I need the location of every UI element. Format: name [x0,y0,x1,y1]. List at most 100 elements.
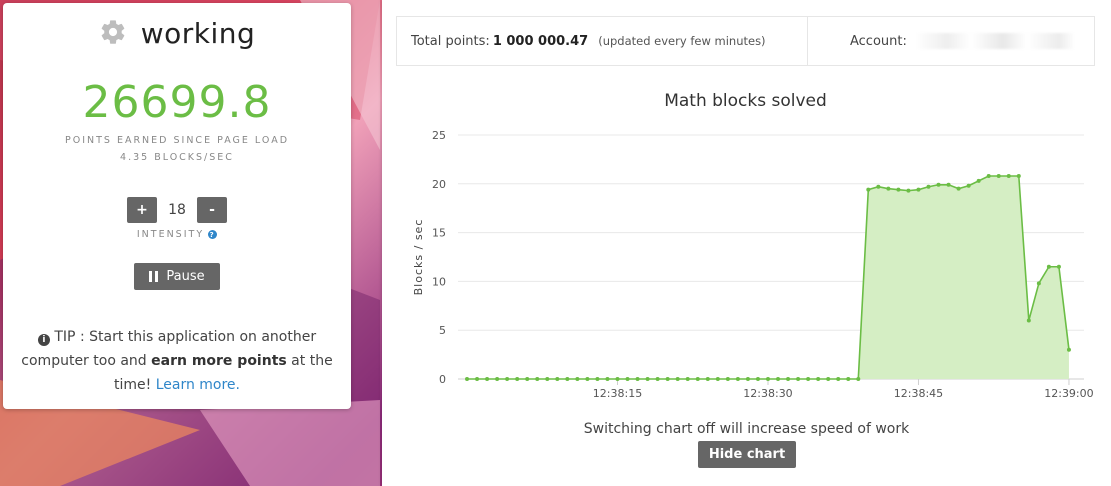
data-point [1056,264,1061,269]
blocks-chart: 0 5 10 15 20 25 12:38:15 12:38:30 12:38:45 12:39:… [396,82,1095,417]
total-points-label: Total points: [411,33,490,49]
data-point [495,377,500,381]
data-point [575,377,580,381]
y-tick-label: 10 [432,275,446,288]
data-point [966,183,971,188]
data-point [765,377,770,381]
data-point [956,186,961,191]
data-point [1016,173,1021,178]
data-point [1066,347,1071,352]
intensity-control: + 18 - [3,197,351,223]
account-label: Account: [850,33,907,49]
data-point [465,377,470,381]
x-tick-label: 12:38:30 [743,387,792,400]
data-point [545,377,550,381]
data-point [1006,173,1011,178]
data-point [665,377,670,381]
y-axis-label: Blocks / sec [412,219,425,296]
data-point [1036,281,1041,286]
chart-title: Math blocks solved [664,91,827,111]
data-point [615,377,620,381]
data-point [585,377,590,381]
pause-button-label: Pause [166,269,205,284]
data-point [976,178,981,183]
data-point [605,377,610,381]
x-tick-label: 12:39:00 [1044,387,1093,400]
x-tick-label: 12:38:45 [894,387,943,400]
data-point [866,187,871,192]
miner-status-card: working 26699.8 POINTS EARNED SINCE PAGE… [3,3,351,409]
data-point [876,184,881,189]
data-point [856,377,861,381]
chart-canvas: 0 5 10 15 20 25 12:38:15 12:38:30 12:38:45 12:39:… [412,129,1094,400]
data-point [886,186,891,191]
points-earned-value: 26699.8 [82,77,272,128]
data-point [565,377,570,381]
intensity-decrease-button[interactable]: - [197,197,227,223]
data-point [816,377,821,381]
totals-bar: Total points: 1 000 000.47 (updated ever… [396,16,1095,66]
data-point [555,377,560,381]
intensity-label-row: INTENSITY ? [3,229,351,240]
points-earned-label: POINTS EARNED SINCE PAGE LOAD [64,135,290,146]
data-point [645,377,650,381]
gear-icon [99,18,127,50]
data-point [655,377,660,381]
data-point [906,188,911,193]
chart-footer-note: Switching chart off will increase speed … [583,421,910,437]
data-point [896,187,901,192]
data-point [515,377,520,381]
data-point [505,377,510,381]
data-point [705,377,710,381]
intensity-value: 18 [168,202,186,218]
intensity-label: INTENSITY [136,229,205,240]
x-tick-label: 12:38:15 [593,387,642,400]
data-point [535,377,540,381]
data-point [796,377,801,381]
data-point [735,377,740,381]
data-point [475,377,480,381]
stats-panel: Total points: 1 000 000.47 (updated ever… [382,0,1111,486]
intensity-increase-button[interactable]: + [127,197,157,223]
data-point [715,377,720,381]
data-point [485,377,490,381]
data-point [826,377,831,381]
pause-button[interactable]: Pause [134,263,220,290]
hide-chart-button[interactable]: Hide chart [698,441,796,468]
y-tick-label: 20 [432,178,446,191]
data-point [755,377,760,381]
data-point [806,377,811,381]
status-text: working [140,17,256,50]
learn-more-link[interactable]: Learn more. [156,377,240,393]
tip-bold: earn more points [151,353,287,369]
data-point [986,173,991,178]
total-points-value: 1 000 000.47 [492,33,589,49]
data-point [916,187,921,192]
total-points-note: (updated every few minutes) [598,34,766,48]
y-tick-label: 5 [439,324,446,337]
y-tick-label: 15 [432,227,446,240]
data-point [1026,318,1031,323]
blocks-rate: 4.35 BLOCKS/SEC [120,152,234,163]
account-cell: Account: [808,17,1094,65]
data-point [1046,264,1051,269]
data-point [725,377,730,381]
data-point [836,377,841,381]
account-value-redacted [914,33,1075,49]
data-point [936,182,941,187]
data-point [946,182,951,187]
data-point [625,377,630,381]
data-point [595,377,600,381]
data-point [635,377,640,381]
data-point [786,377,791,381]
data-point [846,377,851,381]
total-points-cell: Total points: 1 000 000.47 (updated ever… [397,17,808,65]
data-point [776,377,781,381]
pause-icon [149,271,159,282]
series-area [467,175,1069,379]
data-point [996,173,1001,178]
help-icon[interactable]: ? [208,230,218,239]
tip-text: i TIP : Start this application on anothe… [19,325,335,397]
y-tick-label: 0 [439,373,446,386]
y-tick-label: 25 [432,129,446,142]
